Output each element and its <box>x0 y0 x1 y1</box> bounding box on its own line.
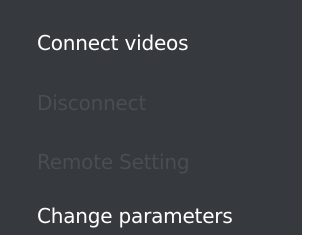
menu-item-connect-videos[interactable]: Connect videos <box>37 31 189 55</box>
menu-item-remote-setting: Remote Setting <box>37 150 190 174</box>
menu-item-change-parameters[interactable]: Change parameters <box>37 204 233 228</box>
menu-item-disconnect: Disconnect <box>37 91 147 115</box>
context-menu: Connect videos Disconnect Remote Setting… <box>0 0 302 235</box>
